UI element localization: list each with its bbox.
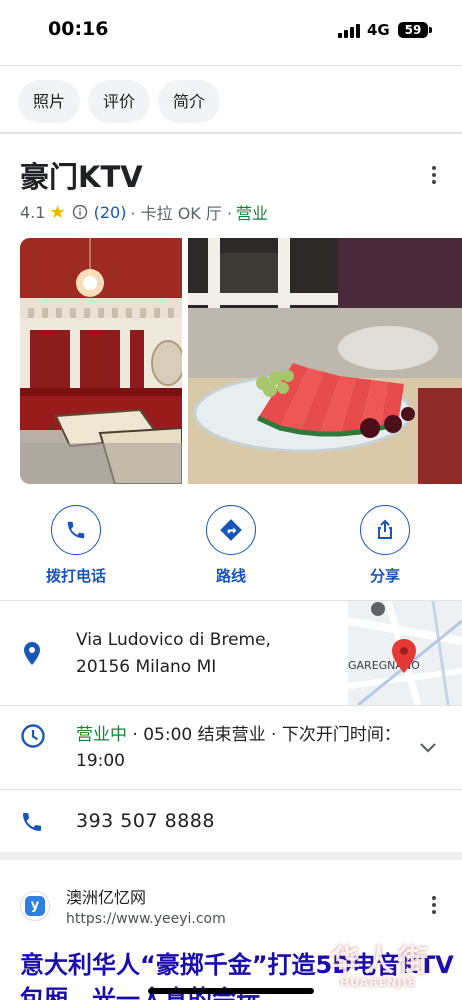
hours-text[interactable]: 营业中 · 05:00 结束营业 · 下次开门时间：19:00: [76, 722, 406, 774]
info-icon[interactable]: [72, 204, 88, 220]
rating-value: 4.1: [20, 202, 46, 222]
clock-icon: [21, 724, 45, 748]
site-name[interactable]: 澳洲亿忆网: [66, 884, 146, 908]
hours-divider: [0, 789, 462, 790]
network-label: 4G: [367, 21, 390, 39]
business-category: · 卡拉 OK 厅 ·: [130, 204, 233, 223]
directions-label: 路线: [215, 567, 246, 585]
status-bar: 00:16 4G 59: [0, 0, 462, 60]
watermark-sub: HUARENJIE: [340, 976, 417, 989]
call-label: 拨打电话: [45, 567, 106, 585]
site-url[interactable]: https://www.yeeyi.com: [66, 911, 226, 927]
review-count[interactable]: (20): [94, 203, 127, 222]
site-favicon[interactable]: y: [20, 891, 50, 921]
address-line-2: 20156 Milano MI: [76, 657, 217, 677]
address-divider: [0, 705, 462, 706]
directions-button[interactable]: 路线: [171, 505, 291, 586]
chevron-down-icon[interactable]: [418, 741, 438, 755]
location-pin-icon: [24, 642, 40, 665]
tab-chips: 照片 评价 简介: [18, 80, 221, 123]
tab-photos[interactable]: 照片: [18, 80, 81, 123]
tab-about[interactable]: 简介: [158, 80, 221, 123]
share-icon: [360, 505, 410, 555]
home-indicator[interactable]: [148, 988, 314, 994]
section-divider: [0, 852, 462, 860]
ktv-room-photo[interactable]: [20, 238, 182, 484]
watermark-text: 华人街: [330, 944, 432, 979]
phone-number[interactable]: 393 507 8888: [76, 810, 215, 832]
phone-icon: [51, 505, 101, 555]
share-button[interactable]: 分享: [325, 505, 445, 586]
favicon-letter: y: [25, 896, 45, 916]
star-icon: ★: [49, 201, 66, 223]
battery-icon: 59: [398, 22, 428, 38]
hours-status: 营业中: [76, 725, 127, 745]
more-options-icon[interactable]: [428, 166, 440, 184]
call-button[interactable]: 拨打电话: [16, 505, 136, 586]
fruit-platter-photo[interactable]: [188, 238, 462, 484]
business-name: 豪门KTV: [20, 160, 143, 194]
status-time: 00:16: [48, 18, 109, 40]
rating-row: 4.1 ★ (20) · 卡拉 OK 厅 · 营业: [20, 200, 268, 224]
map-thumbnail[interactable]: GAREGNANO: [348, 601, 462, 705]
share-label: 分享: [369, 567, 400, 585]
signal-icon: [338, 24, 360, 38]
watermark: 华人街 HUARENJIE: [330, 936, 460, 1000]
result-more-options-icon[interactable]: [428, 896, 440, 914]
top-divider: [0, 65, 462, 66]
open-status: 营业: [236, 204, 269, 223]
phone-row-icon: [23, 813, 41, 831]
directions-icon: [206, 505, 256, 555]
address-line-1: Via Ludovico di Breme,: [76, 630, 271, 650]
address-text[interactable]: Via Ludovico di Breme, 20156 Milano MI: [76, 627, 271, 681]
battery-tip: [429, 27, 432, 33]
chips-divider: [0, 132, 462, 134]
tab-reviews[interactable]: 评价: [88, 80, 151, 123]
